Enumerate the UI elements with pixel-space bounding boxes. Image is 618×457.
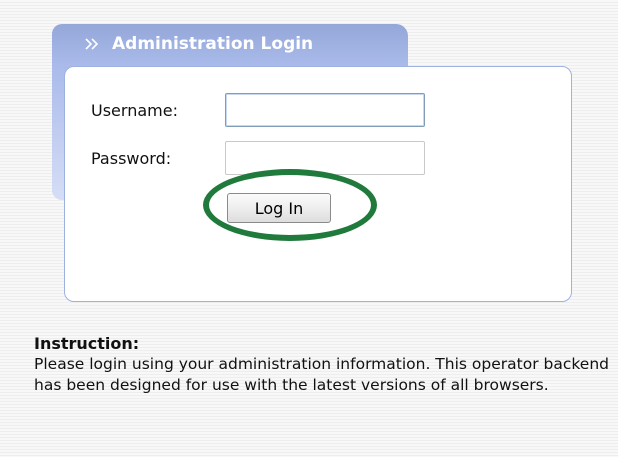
- password-row: Password:: [91, 141, 425, 175]
- instruction-section: Instruction: Please login using your adm…: [34, 333, 614, 396]
- password-input[interactable]: [225, 141, 425, 175]
- instruction-title: Instruction:: [34, 334, 140, 353]
- login-title: Administration Login: [112, 34, 314, 54]
- username-row: Username:: [91, 93, 425, 127]
- password-label: Password:: [91, 148, 172, 168]
- username-input[interactable]: [225, 93, 425, 127]
- admin-login-panel: Administration Login Username: Password:…: [52, 24, 574, 304]
- login-button[interactable]: Log In: [227, 193, 331, 223]
- double-chevron-right-icon: [84, 37, 100, 51]
- login-header: Administration Login: [84, 34, 313, 54]
- username-label: Username:: [91, 100, 178, 120]
- instruction-text: Please login using your administration i…: [34, 355, 609, 394]
- login-form: Username: Password: Log In: [64, 66, 572, 302]
